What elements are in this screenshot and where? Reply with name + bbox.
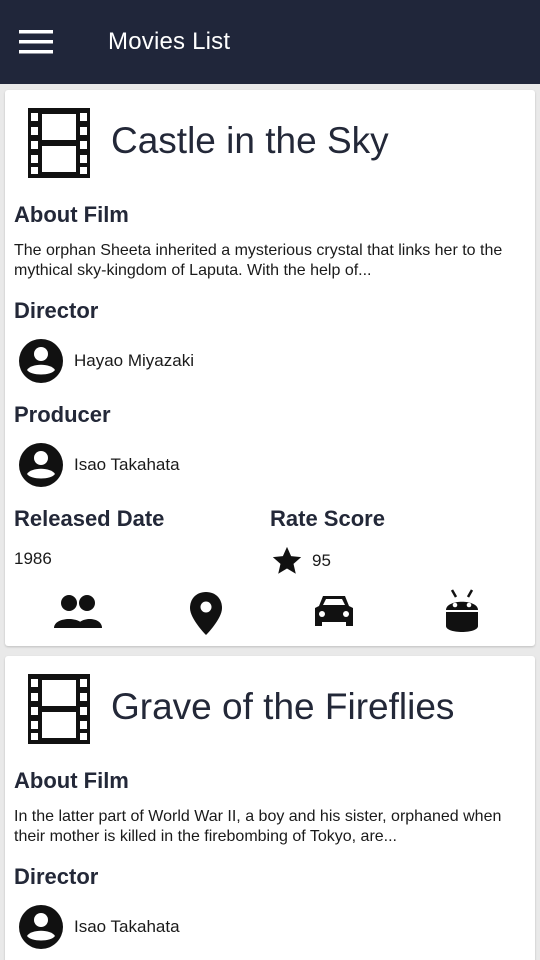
rate-score-value: 95 [312,551,331,570]
movie-card[interactable]: Castle in the Sky About Film The orphan … [5,90,535,646]
director-label: Director [14,864,99,889]
account-circle-icon [19,905,63,949]
rate-score-label: Rate Score [270,506,385,531]
people-icon [54,595,102,628]
director-row: Isao Takahata [17,903,180,951]
vehicle-icon [315,596,353,626]
movie-title: Castle in the Sky [111,120,389,161]
vehicle-button[interactable] [306,588,362,638]
rate-score: 95 [270,544,331,578]
producer-label: Producer [14,402,111,427]
about-text: In the latter part of World War II, a bo… [14,808,502,845]
producer-row: Isao Takahata [17,441,180,489]
menu-icon [19,30,53,54]
app-bar: Movies List [0,0,540,84]
about-text: The orphan Sheeta inherited a mysterious… [14,242,503,279]
film-icon [28,108,90,178]
film-icon [28,674,90,744]
movie-card[interactable]: Grave of the Fireflies About Film In the… [5,656,535,960]
account-circle-icon [19,339,63,383]
star-icon [272,546,302,574]
card-actions [5,588,535,638]
people-button[interactable] [50,588,106,638]
account-circle-icon [19,443,63,487]
director-name: Isao Takahata [74,917,180,936]
movie-title: Grave of the Fireflies [111,686,455,727]
app-title: Movies List [108,28,231,55]
director-label: Director [14,298,99,323]
android-button[interactable] [434,588,490,638]
location-icon [190,592,222,635]
location-button[interactable] [178,588,234,638]
about-label: About Film [14,768,129,793]
menu-button[interactable] [0,0,72,84]
director-name: Hayao Miyazaki [74,351,194,370]
released-year: 1986 [14,549,52,568]
android-icon [446,589,478,632]
producer-name: Isao Takahata [74,455,180,474]
movies-list[interactable]: Castle in the Sky About Film The orphan … [0,84,540,960]
released-date-label: Released Date [14,506,165,531]
about-label: About Film [14,202,129,227]
director-row: Hayao Miyazaki [17,337,194,385]
